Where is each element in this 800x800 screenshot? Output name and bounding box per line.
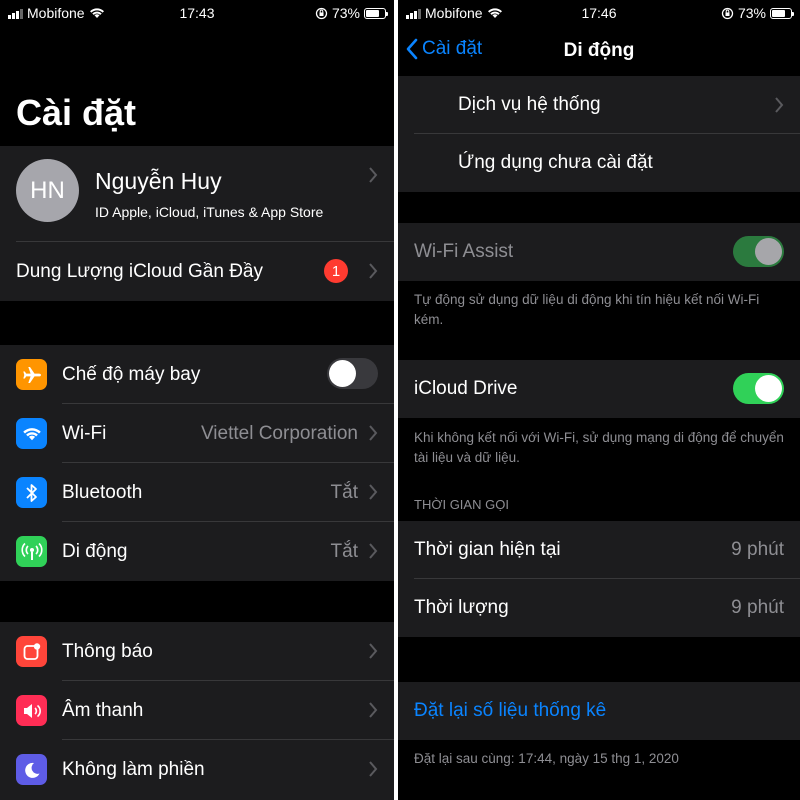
reset-statistics-label: Đặt lại số liệu thống kê <box>414 700 607 721</box>
current-period-value: 9 phút <box>731 539 784 560</box>
antenna-icon <box>16 536 47 567</box>
wifi-label: Wi-Fi <box>62 422 107 444</box>
lifetime-row: Thời lượng 9 phút <box>398 579 800 637</box>
chevron-right-icon <box>775 97 784 113</box>
last-reset-text: Đặt lại sau cùng: 17:44, ngày 15 thg 1, … <box>414 751 679 766</box>
airplane-mode-toggle[interactable] <box>327 358 378 389</box>
icloud-drive-row: iCloud Drive <box>398 360 800 418</box>
battery-icon <box>364 7 388 19</box>
icloud-drive-label: iCloud Drive <box>414 378 518 399</box>
notification-badge: 1 <box>324 259 348 283</box>
current-period-row: Thời gian hiện tại 9 phút <box>398 521 800 579</box>
notifications-label: Thông báo <box>62 640 153 662</box>
rotation-lock-icon <box>315 7 328 19</box>
chevron-right-icon <box>369 263 378 279</box>
chevron-right-icon <box>369 761 378 777</box>
battery-percent: 73% <box>331 5 360 21</box>
settings-screen: Mobifone 17:43 73% Cài đặt HN Nguyễn Huy… <box>0 0 394 800</box>
chevron-right-icon <box>369 484 378 500</box>
uninstalled-apps-row: Ứng dụng chưa cài đặt <box>398 134 800 192</box>
rotation-lock-icon <box>721 7 734 19</box>
reset-statistics-button[interactable]: Đặt lại số liệu thống kê <box>398 682 800 740</box>
wifi-assist-label: Wi-Fi Assist <box>414 241 514 262</box>
cellular-screen: Mobifone 17:46 73% Cài đặt Di động Dịch … <box>398 0 800 800</box>
icloud-storage-row[interactable]: Dung Lượng iCloud Gần Đầy 1 <box>0 242 394 301</box>
notification-icon <box>16 636 47 667</box>
icloud-drive-group: iCloud Drive <box>398 360 800 418</box>
reset-group: Đặt lại số liệu thống kê <box>398 682 800 740</box>
do-not-disturb-label: Không làm phiền <box>62 758 205 780</box>
nav-title: Di động <box>563 40 635 61</box>
uninstalled-apps-label: Ứng dụng chưa cài đặt <box>458 152 653 173</box>
wifi-network-value: Viettel Corporation <box>200 422 358 444</box>
speaker-icon <box>16 695 47 726</box>
chevron-right-icon <box>369 167 378 183</box>
chevron-right-icon <box>369 425 378 441</box>
call-time-header: THỜI GIAN GỌI <box>414 497 509 512</box>
bluetooth-label: Bluetooth <box>62 481 143 503</box>
notifications-group: Thông báo Âm thanh Không làm phiền <box>0 622 394 800</box>
icloud-storage-label: Dung Lượng iCloud Gần Đầy <box>16 260 263 282</box>
icloud-drive-footer: Khi không kết nối với Wi-Fi, sử dụng mạn… <box>414 430 784 465</box>
chevron-right-icon <box>369 643 378 659</box>
moon-icon <box>16 754 47 785</box>
connectivity-group: Chế độ máy bay Wi-Fi Viettel Corporation… <box>0 345 394 581</box>
apple-id-row[interactable]: HN Nguyễn Huy ID Apple, iCloud, iTunes &… <box>0 146 394 242</box>
sounds-label: Âm thanh <box>62 699 144 721</box>
notifications-row[interactable]: Thông báo <box>0 622 394 681</box>
battery-icon <box>770 7 794 19</box>
profile-name: Nguyễn Huy <box>95 168 222 194</box>
cellular-value: Tắt <box>330 540 358 562</box>
icloud-drive-toggle[interactable] <box>733 373 784 404</box>
profile-group: HN Nguyễn Huy ID Apple, iCloud, iTunes &… <box>0 146 394 301</box>
chevron-right-icon <box>369 543 378 559</box>
airplane-mode-row: Chế độ máy bay <box>0 345 394 404</box>
airplane-mode-label: Chế độ máy bay <box>62 363 201 385</box>
do-not-disturb-row[interactable]: Không làm phiền <box>0 740 394 799</box>
bluetooth-value: Tắt <box>330 481 358 503</box>
wifi-assist-footer: Tự động sử dụng dữ liệu di động khi tín … <box>414 292 760 327</box>
cellular-row[interactable]: Di động Tắt <box>0 522 394 581</box>
airplane-icon <box>16 359 47 390</box>
call-time-group: Thời gian hiện tại 9 phút Thời lượng 9 p… <box>398 521 800 637</box>
system-services-row[interactable]: Dịch vụ hệ thống <box>398 76 800 134</box>
profile-subtitle: ID Apple, iCloud, iTunes & App Store <box>95 204 324 220</box>
wifi-assist-group: Wi-Fi Assist <box>398 223 800 281</box>
lifetime-value: 9 phút <box>731 597 784 618</box>
bluetooth-icon <box>16 477 47 508</box>
wifi-assist-row: Wi-Fi Assist <box>398 223 800 281</box>
wifi-icon <box>16 418 47 449</box>
wifi-assist-toggle[interactable] <box>733 236 784 267</box>
avatar: HN <box>16 159 79 222</box>
current-period-label: Thời gian hiện tại <box>414 539 561 560</box>
status-bar: Mobifone 17:43 73% <box>0 0 394 26</box>
cellular-label: Di động <box>62 540 128 562</box>
battery-percent: 73% <box>737 5 766 21</box>
lifetime-label: Thời lượng <box>414 597 509 618</box>
wifi-row[interactable]: Wi-Fi Viettel Corporation <box>0 404 394 463</box>
navigation-bar: Cài đặt Di động <box>398 26 800 76</box>
status-bar: Mobifone 17:46 73% <box>398 0 800 26</box>
chevron-right-icon <box>369 702 378 718</box>
system-apps-group: Dịch vụ hệ thống Ứng dụng chưa cài đặt <box>398 76 800 192</box>
page-title: Cài đặt <box>16 92 137 133</box>
bluetooth-row[interactable]: Bluetooth Tắt <box>0 463 394 522</box>
system-services-label: Dịch vụ hệ thống <box>458 94 601 115</box>
sounds-row[interactable]: Âm thanh <box>0 681 394 740</box>
